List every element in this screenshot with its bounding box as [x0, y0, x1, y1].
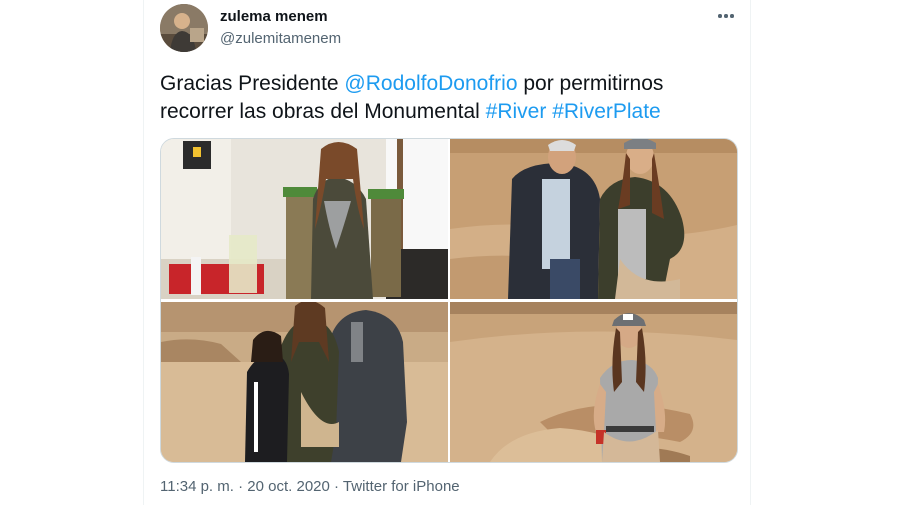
photo-woman-child-man[interactable]: [161, 302, 448, 462]
photo-man-and-woman[interactable]: [450, 139, 737, 299]
more-dots-icon[interactable]: [712, 6, 740, 26]
tweet-timestamp[interactable]: 11:34 p. m. · 20 oct. 2020 · Twitter for…: [160, 478, 460, 495]
avatar[interactable]: [160, 4, 208, 52]
tweet-time[interactable]: 11:34 p. m.: [160, 478, 234, 495]
photo-woman-child-man-icon: [161, 302, 448, 462]
hashtag-link-riverplate[interactable]: #RiverPlate: [552, 100, 661, 123]
author-handle[interactable]: @zulemitamenem: [220, 30, 341, 47]
photo-woman-by-window-icon: [161, 139, 448, 299]
photo-woman-field-icon: [450, 302, 737, 462]
separator: ·: [329, 478, 343, 495]
tweet-card[interactable]: zulema menem @zulemitamenem Gracias Pres…: [143, 0, 751, 505]
media-grid: [160, 138, 738, 463]
photo-woman-by-window[interactable]: [161, 139, 448, 299]
tweet-text-prefix: Gracias Presidente: [160, 72, 345, 95]
mention-link[interactable]: @RodolfoDonofrio: [344, 72, 517, 95]
more-dot: [724, 14, 728, 18]
photo-man-and-woman-icon: [450, 139, 737, 299]
tweet-date[interactable]: 20 oct. 2020: [247, 478, 330, 495]
tweet-source: Twitter for iPhone: [342, 478, 460, 495]
author-display-name[interactable]: zulema menem: [220, 8, 328, 25]
more-dot: [718, 14, 722, 18]
separator: ·: [233, 478, 248, 495]
tweet-text: Gracias Presidente @RodolfoDonofrio por …: [160, 70, 740, 126]
more-dot: [730, 14, 734, 18]
photo-woman-field[interactable]: [450, 302, 737, 462]
hashtag-link-river[interactable]: #River: [486, 100, 547, 123]
